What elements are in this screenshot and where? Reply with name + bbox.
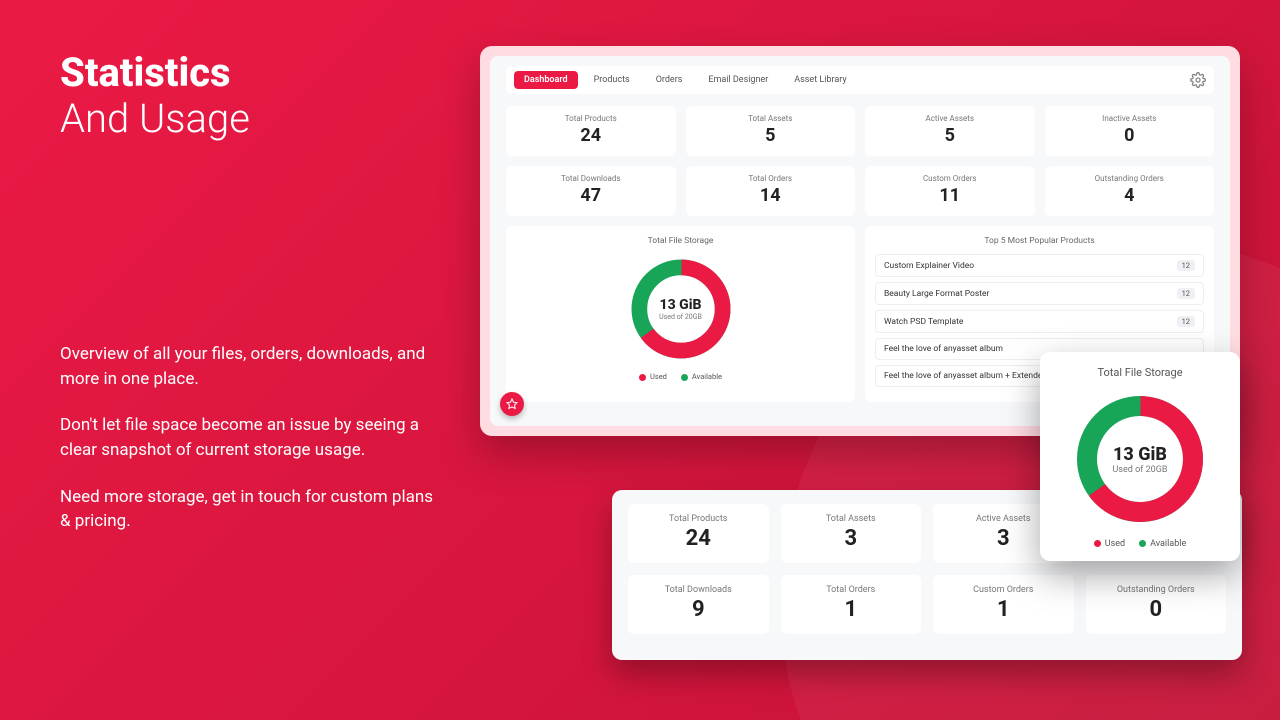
tab-orders[interactable]: Orders: [646, 71, 693, 89]
popular-title: Top 5 Most Popular Products: [875, 236, 1204, 246]
stat-value: 47: [510, 185, 672, 206]
popular-product-row[interactable]: Custom Explainer Video 12: [875, 254, 1204, 277]
hero-paragraph-3: Need more storage, get in touch for cust…: [60, 485, 440, 534]
product-name: Watch PSD Template: [884, 317, 963, 327]
stat-value: 11: [869, 185, 1031, 206]
popular-product-row[interactable]: Beauty Large Format Poster 12: [875, 282, 1204, 305]
stat-card: Total Orders 14: [686, 166, 856, 216]
stat-value: 24: [632, 526, 765, 551]
stat-label: Inactive Assets: [1049, 114, 1211, 123]
stat-card: Inactive Assets 0: [1045, 106, 1215, 156]
tab-dashboard[interactable]: Dashboard: [514, 71, 578, 89]
stat-value: 0: [1090, 597, 1223, 622]
stat-label: Outstanding Orders: [1049, 174, 1211, 183]
floating-storage-card: Total File Storage 13 GiB Used of 20GB U…: [1040, 352, 1240, 561]
storage-title: Total File Storage: [516, 236, 845, 246]
stat-value: 0: [1049, 125, 1211, 146]
tab-strip: Dashboard Products Orders Email Designer Ass…: [514, 71, 857, 89]
stat-card: Total Products 24: [628, 504, 769, 563]
stat-row-1: Total Products24Total Assets5Active Asse…: [506, 106, 1214, 156]
stat-value: 14: [690, 185, 852, 206]
storage-panel: Total File Storage 13 GiB Used of 20GB U…: [506, 226, 855, 402]
stat-card: Outstanding Orders 4: [1045, 166, 1215, 216]
stat-card: Total Assets 5: [686, 106, 856, 156]
stat-value: 5: [690, 125, 852, 146]
donut-center-label: 13 GiB Used of 20GB: [626, 254, 736, 364]
stat-label: Custom Orders: [869, 174, 1031, 183]
top-bar: Dashboard Products Orders Email Designer Ass…: [506, 66, 1214, 94]
hero-title-light: And Usage: [60, 96, 440, 142]
tab-email-designer[interactable]: Email Designer: [698, 71, 778, 89]
stat-value: 5: [869, 125, 1031, 146]
stat-label: Total Products: [510, 114, 672, 123]
floating-storage-legend: Used Available: [1054, 539, 1226, 549]
gear-icon: [1190, 72, 1206, 88]
stat-label: Custom Orders: [937, 585, 1070, 595]
stat-label: Total Orders: [785, 585, 918, 595]
floating-storage-donut: 13 GiB Used of 20GB: [1070, 389, 1210, 529]
stat-card: Custom Orders 1: [933, 575, 1074, 634]
tab-asset-library[interactable]: Asset Library: [784, 71, 856, 89]
stat-card: Active Assets 5: [865, 106, 1035, 156]
stat-label: Total Orders: [690, 174, 852, 183]
stat-label: Total Downloads: [510, 174, 672, 183]
hero-title-strong: Statistics: [60, 49, 231, 96]
stat-label: Active Assets: [869, 114, 1031, 123]
stat-row-2: Total Downloads 47 Total Orders 14 Custom Or…: [506, 166, 1214, 216]
stat-label: Total Assets: [690, 114, 852, 123]
storage-legend: Used Available: [516, 372, 845, 381]
stat-card: Total Downloads 47: [506, 166, 676, 216]
stat-value: 3: [785, 526, 918, 551]
stat-label: Total Assets: [785, 514, 918, 524]
stat-card: Total Downloads 9: [628, 575, 769, 634]
settings-button[interactable]: [1190, 72, 1206, 88]
floating-donut-center: 13 GiB Used of 20GB: [1070, 389, 1210, 529]
hero-paragraph-1: Overview of all your files, orders, down…: [60, 342, 440, 391]
stat-label: Total Downloads: [632, 585, 765, 595]
stat-value: 24: [510, 125, 672, 146]
stat-value: 4: [1049, 185, 1211, 206]
star-icon: [506, 398, 518, 410]
stat-value: 9: [632, 597, 765, 622]
stat-value: 1: [937, 597, 1070, 622]
product-name: Feel the love of anyasset album: [884, 344, 1003, 354]
stat-card: Total Assets 3: [781, 504, 922, 563]
fab-button[interactable]: [500, 392, 524, 416]
stat-card: Total Products 24: [506, 106, 676, 156]
product-count: 12: [1177, 260, 1195, 271]
stat-card: Custom Orders 11: [865, 166, 1035, 216]
hero-paragraph-2: Don't let file space become an issue by …: [60, 413, 440, 462]
stat-label: Total Products: [632, 514, 765, 524]
tab-products[interactable]: Products: [584, 71, 640, 89]
hero-copy: Statistics And Usage Overview of all you…: [60, 50, 440, 556]
product-count: 12: [1177, 316, 1195, 327]
product-name: Custom Explainer Video: [884, 261, 974, 271]
mini-stat-row-2: Total Downloads9Total Orders1Custom Orde…: [628, 575, 1226, 634]
stat-value: 1: [785, 597, 918, 622]
floating-storage-title: Total File Storage: [1054, 366, 1226, 379]
popular-product-row[interactable]: Watch PSD Template 12: [875, 310, 1204, 333]
stat-card: Outstanding Orders 0: [1086, 575, 1227, 634]
product-count: 12: [1177, 288, 1195, 299]
hero-title: Statistics And Usage: [60, 50, 440, 142]
stat-label: Outstanding Orders: [1090, 585, 1223, 595]
product-name: Beauty Large Format Poster: [884, 289, 989, 299]
stat-card: Total Orders 1: [781, 575, 922, 634]
storage-donut: 13 GiB Used of 20GB: [626, 254, 736, 364]
